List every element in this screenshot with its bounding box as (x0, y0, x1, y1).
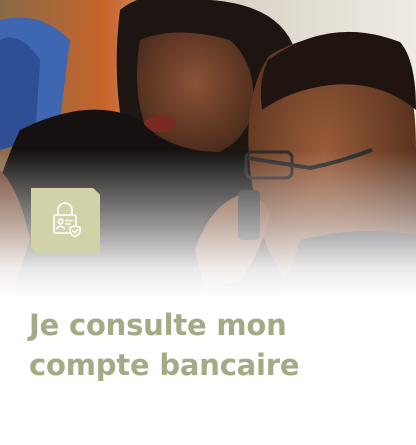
icon-badge (31, 188, 100, 254)
card-title-line-1: Je consulte mon (29, 308, 287, 342)
card-title: Je consulte mon compte bancaire (29, 305, 399, 385)
service-card[interactable]: Je consulte mon compte bancaire (0, 0, 416, 445)
lock-account-icon (46, 199, 86, 243)
card-title-line-2: compte bancaire (29, 348, 300, 382)
